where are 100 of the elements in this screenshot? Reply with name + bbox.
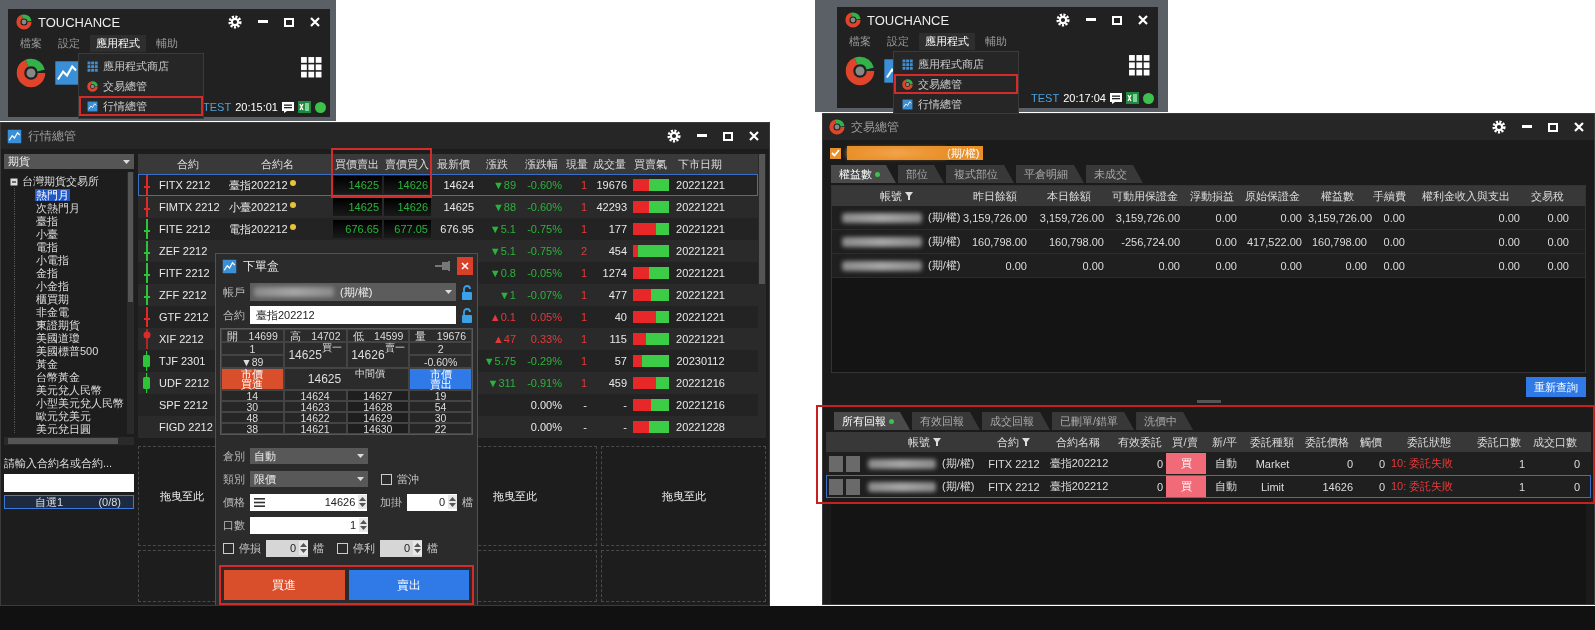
side-tag: 買	[1166, 453, 1206, 474]
table-cell: -0.75%	[527, 245, 562, 257]
table-cell-text: 0.00	[1157, 259, 1181, 272]
table-cell-text: 3,159,726.00	[1038, 211, 1105, 224]
window-title: 行情總管	[28, 127, 76, 145]
table-cell-text: 0.00	[1214, 235, 1238, 248]
table-cell: (期/權)	[928, 234, 961, 249]
table-cell-text: Market	[1254, 457, 1291, 470]
table-cell: 14625	[333, 176, 382, 194]
table-cell-text: 自動	[1213, 479, 1238, 494]
table-cell: ▼5.75	[483, 355, 516, 367]
field-label: 價格	[223, 494, 245, 510]
table-cell: 電指202212	[229, 221, 288, 237]
table-cell-text: ZEF 2212	[158, 245, 209, 257]
table-cell-text: 3,159,726.00	[1114, 211, 1181, 224]
table-cell-text: 1274	[601, 267, 628, 279]
table-cell-text: XIF 2212	[158, 333, 205, 345]
clock-time: 20:15:01	[235, 101, 278, 113]
side-tag: 買	[1166, 476, 1206, 497]
table-cell: 677.05	[384, 220, 431, 238]
table-cell: -0.91%	[527, 377, 562, 389]
table-cell: -0.05%	[527, 267, 562, 279]
table-cell-text: 0.00	[1497, 211, 1521, 224]
clock-time: 20:17:04	[1063, 92, 1106, 104]
table-cell: 14625	[443, 201, 474, 213]
window-title: 交易總管	[851, 118, 899, 136]
checkbox-label: 當沖	[397, 471, 419, 487]
unit-label: 檔	[462, 494, 473, 510]
table-cell: 1	[580, 311, 587, 323]
table-cell-text: 20221221	[675, 179, 726, 191]
search-label: 請輸入合約名或合約...	[4, 456, 114, 471]
stat-cell: 開 14699	[221, 329, 284, 342]
table-cell: 小臺202212	[229, 199, 288, 215]
table-cell: ▲47	[492, 333, 516, 345]
table-cell-text: 0.00	[1004, 259, 1028, 272]
field-label: 帳戶	[223, 284, 245, 300]
table-cell-text: 19676	[595, 179, 628, 191]
table-cell-text: 115	[608, 333, 628, 345]
table-cell: 1	[580, 179, 587, 191]
table-cell: 0.00%	[530, 421, 562, 433]
table-cell-text: 177	[607, 223, 628, 235]
table-cell: 1	[580, 223, 587, 235]
stat-cell: 高 14702	[283, 329, 347, 342]
table-cell-text: 40	[613, 311, 628, 323]
table-cell: 1	[580, 267, 587, 279]
field-label: 口數	[223, 517, 245, 533]
table-cell: -0.60%	[527, 201, 562, 213]
table-cell-text: 0	[1155, 480, 1164, 493]
table-cell-text: TJF 2301	[158, 355, 207, 367]
table-cell: 0.05%	[530, 311, 562, 323]
table-cell-text: 0.00	[1382, 211, 1406, 224]
table-cell-text: 0.00	[1497, 259, 1521, 272]
table-cell: (期/權)	[942, 456, 975, 471]
table-cell-text: 0	[1377, 457, 1386, 470]
table-cell-text: 160,798.00	[970, 235, 1028, 248]
table-cell-text: 10: 委託失敗	[1390, 456, 1455, 471]
table-cell: -0.29%	[527, 355, 562, 367]
table-cell: -0.75%	[527, 223, 562, 235]
mode-label: TEST	[203, 101, 232, 113]
quote-cell: -0.60%	[409, 355, 472, 368]
table-cell: 676.65	[333, 220, 382, 238]
stat-cell: 量 19676	[409, 329, 472, 342]
table-cell-text: 0	[1377, 480, 1386, 493]
quote-cell: ▼89	[221, 355, 284, 368]
table-cell: 1	[580, 355, 587, 367]
table-cell-text: 454	[607, 245, 628, 257]
table-cell-text: 臺指202212	[1048, 479, 1110, 494]
table-cell: 0.33%	[530, 333, 562, 345]
table-cell-text: 臺指202212	[1048, 456, 1110, 471]
table-cell-text: 477	[607, 289, 628, 301]
table-cell-text: 160,798.00	[1310, 235, 1368, 248]
table-cell-text: 42293	[595, 201, 628, 213]
table-cell: ▼311	[487, 377, 516, 389]
table-cell-text: 自動	[1213, 456, 1238, 471]
table-cell-text: ZFF 2212	[158, 289, 208, 301]
table-cell-text: FITX 2212	[987, 480, 1041, 493]
table-cell-text: 20221221	[675, 201, 726, 213]
table-cell-text: UDF 2212	[158, 377, 211, 389]
app-title: TOUCHANCE	[867, 12, 950, 28]
table-cell: 14626	[384, 176, 431, 194]
table-cell-text: 417,522.00	[1245, 235, 1303, 248]
table-cell-text: 57	[613, 355, 628, 367]
table-cell-text: 0.00	[1546, 259, 1570, 272]
table-cell-text: GTF 2212	[158, 311, 210, 323]
table-cell: ▲0.1	[489, 311, 516, 323]
table-cell-text: Limit	[1259, 480, 1286, 493]
table-cell-text: -256,724.00	[1120, 235, 1181, 248]
table-cell: (期/權)	[928, 210, 961, 225]
table-cell: 14625	[333, 198, 382, 216]
field-label: 合約	[223, 307, 245, 323]
table-cell: (期/權)	[928, 258, 961, 273]
table-cell-text: 14626	[1321, 480, 1354, 493]
table-cell-text: 20221216	[675, 399, 726, 411]
table-cell-text: 20221216	[675, 377, 726, 389]
table-cell-text: 1	[1517, 457, 1526, 470]
table-cell-text: 459	[607, 377, 628, 389]
table-cell-text: 0.00	[1214, 211, 1238, 224]
table-cell-text: 0	[1572, 457, 1581, 470]
table-cell: ▼5.1	[489, 223, 516, 235]
table-cell-text: 0	[1155, 457, 1164, 470]
